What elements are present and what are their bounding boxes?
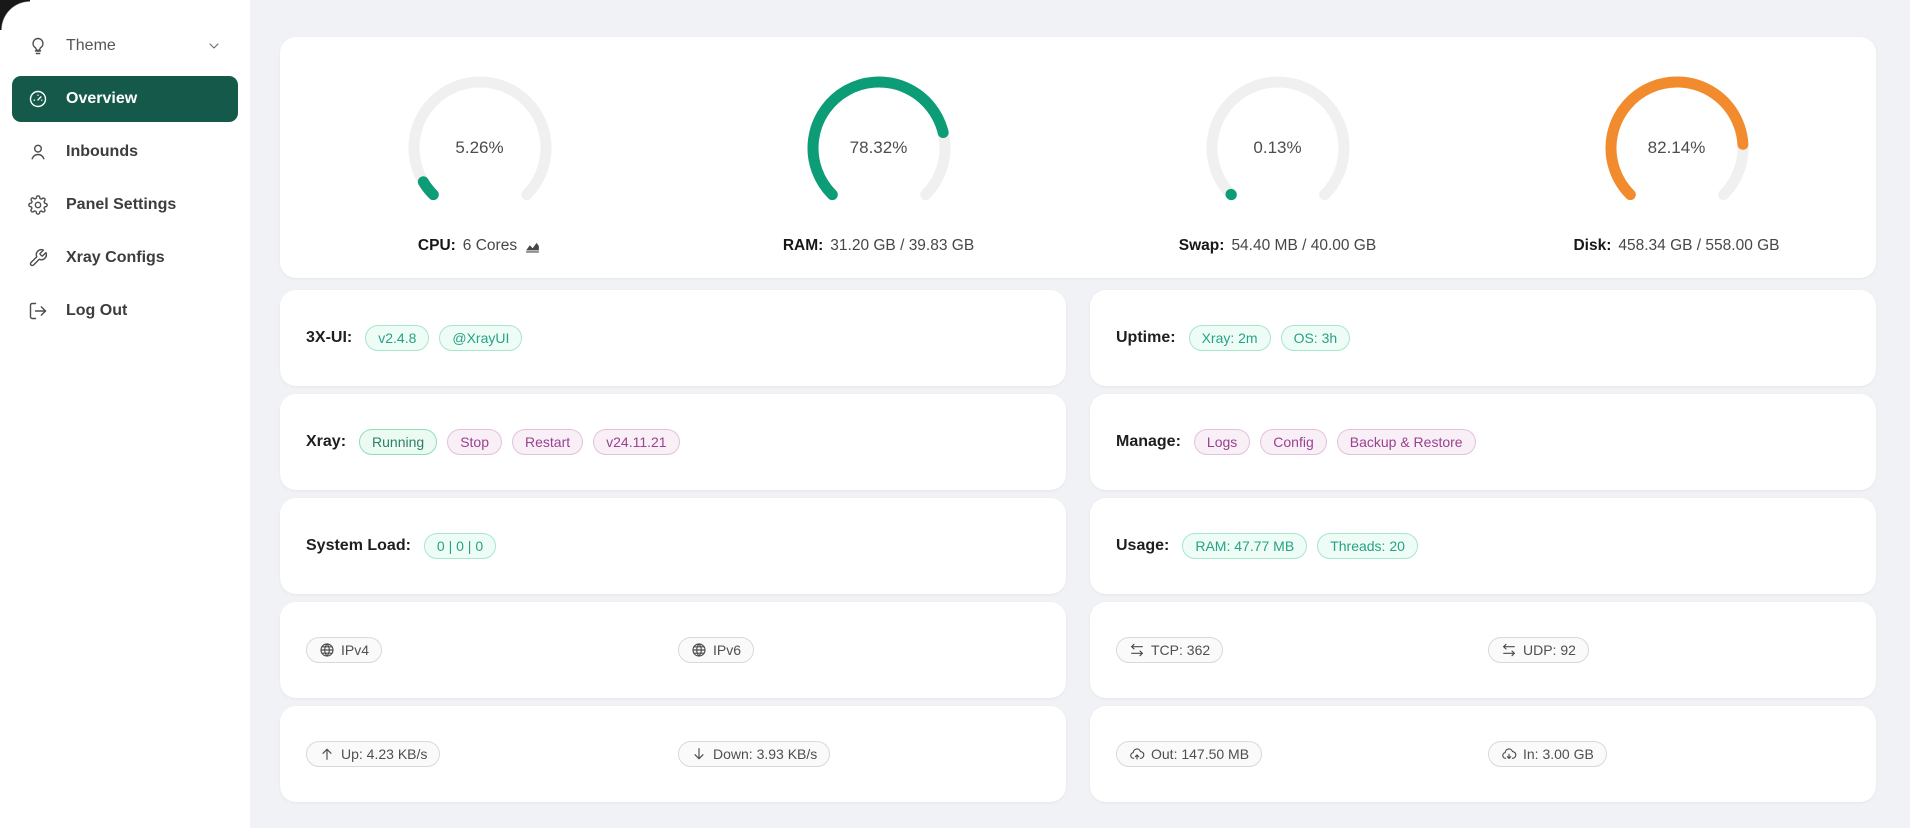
badge-system-load: 0 | 0 | 0 [424, 533, 496, 559]
sidebar-item-label: Log Out [66, 302, 127, 320]
restart-button[interactable]: Restart [512, 429, 583, 455]
usage-label: Usage: [1116, 537, 1169, 555]
disk-gauge: 82.14% Disk: 458.34 GB / 558.00 GB [1477, 73, 1876, 255]
arrow-down-icon [691, 746, 707, 762]
cpu-percent: 5.26% [405, 73, 555, 223]
badge-ipv4[interactable]: IPv4 [306, 637, 382, 663]
globe-icon [691, 642, 707, 658]
manage-card: Manage: Logs Config Backup & Restore [1090, 394, 1876, 490]
xui-version-card: 3X-UI: v2.4.8 @XrayUI [280, 290, 1066, 386]
xui-label: 3X-UI: [306, 329, 352, 347]
manage-label: Manage: [1116, 433, 1181, 451]
globe-icon [319, 642, 335, 658]
sidebar-item-label: Inbounds [66, 143, 138, 161]
ram-caption: RAM: 31.20 GB / 39.83 GB [783, 237, 974, 255]
badge-traffic-out: Out: 147.50 MB [1116, 741, 1262, 767]
stop-button[interactable]: Stop [447, 429, 502, 455]
badge-traffic-in: In: 3.00 GB [1488, 741, 1607, 767]
sidebar-item-overview[interactable]: Overview [12, 76, 238, 122]
ram-percent: 78.32% [804, 73, 954, 223]
sidebar-item-panel-settings[interactable]: Panel Settings [12, 182, 238, 228]
swap-arrows-icon [1501, 642, 1517, 658]
sidebar-item-label: Panel Settings [66, 196, 176, 214]
xray-label: Xray: [306, 433, 346, 451]
badge-uptime-os: OS: 3h [1281, 325, 1351, 351]
swap-percent: 0.13% [1203, 73, 1353, 223]
badge-xray-version[interactable]: v24.11.21 [593, 429, 679, 455]
disk-percent: 82.14% [1602, 73, 1752, 223]
cpu-caption: CPU: 6 Cores [418, 237, 541, 255]
sidebar-item-theme[interactable]: Theme [12, 23, 238, 69]
sidebar-item-label: Theme [66, 37, 116, 55]
wrench-icon [28, 248, 48, 268]
overview-page: 5.26% CPU: 6 Cores 78.32% RAM: 31.20 GB … [250, 0, 1910, 828]
logs-button[interactable]: Logs [1194, 429, 1250, 455]
backup-restore-button[interactable]: Backup & Restore [1337, 429, 1476, 455]
user-icon [28, 142, 48, 162]
badge-ram-usage: RAM: 47.77 MB [1182, 533, 1307, 559]
system-stats-card: 5.26% CPU: 6 Cores 78.32% RAM: 31.20 GB … [280, 37, 1876, 278]
arrow-up-icon [319, 746, 335, 762]
badge-xui-telegram[interactable]: @XrayUI [439, 325, 522, 351]
badge-xui-version[interactable]: v2.4.8 [365, 325, 429, 351]
sidebar-item-label: Xray Configs [66, 249, 165, 267]
disk-caption: Disk: 458.34 GB / 558.00 GB [1573, 237, 1779, 255]
gear-icon [28, 195, 48, 215]
uptime-card: Uptime: Xray: 2m OS: 3h [1090, 290, 1876, 386]
sidebar: Theme Overview Inbounds Panel Settings X… [0, 0, 250, 828]
badge-udp-count: UDP: 92 [1488, 637, 1589, 663]
swap-arrows-icon [1129, 642, 1145, 658]
cpu-gauge: 5.26% CPU: 6 Cores [280, 73, 679, 255]
traffic-card: Out: 147.50 MB In: 3.00 GB [1090, 706, 1876, 802]
ip-card: IPv4 IPv6 [280, 602, 1066, 698]
info-rows: 3X-UI: v2.4.8 @XrayUI Uptime: Xray: 2m O… [280, 290, 1876, 802]
badge-ipv6[interactable]: IPv6 [678, 637, 754, 663]
sidebar-item-label: Overview [66, 90, 137, 108]
dashboard-icon [28, 89, 48, 109]
swap-gauge: 0.13% Swap: 54.40 MB / 40.00 GB [1078, 73, 1477, 255]
uptime-label: Uptime: [1116, 329, 1176, 347]
usage-card: Usage: RAM: 47.77 MB Threads: 20 [1090, 498, 1876, 594]
chevron-down-icon[interactable] [206, 38, 222, 54]
cloud-up-icon [1129, 746, 1145, 762]
speed-card: Up: 4.23 KB/s Down: 3.93 KB/s [280, 706, 1066, 802]
sidebar-item-inbounds[interactable]: Inbounds [12, 129, 238, 175]
system-load-label: System Load: [306, 537, 411, 555]
sidebar-item-log-out[interactable]: Log Out [12, 288, 238, 334]
badge-threads: Threads: 20 [1317, 533, 1418, 559]
badge-upload-speed: Up: 4.23 KB/s [306, 741, 440, 767]
connections-card: TCP: 362 UDP: 92 [1090, 602, 1876, 698]
logout-icon [28, 301, 48, 321]
sidebar-item-xray-configs[interactable]: Xray Configs [12, 235, 238, 281]
xray-card: Xray: Running Stop Restart v24.11.21 [280, 394, 1066, 490]
ram-gauge: 78.32% RAM: 31.20 GB / 39.83 GB [679, 73, 1078, 255]
config-button[interactable]: Config [1260, 429, 1326, 455]
system-load-card: System Load: 0 | 0 | 0 [280, 498, 1066, 594]
area-chart-icon[interactable] [524, 238, 541, 255]
badge-xray-status: Running [359, 429, 437, 455]
bulb-icon [28, 36, 48, 56]
badge-tcp-count: TCP: 362 [1116, 637, 1223, 663]
cloud-down-icon [1501, 746, 1517, 762]
swap-caption: Swap: 54.40 MB / 40.00 GB [1179, 237, 1376, 255]
badge-uptime-xray: Xray: 2m [1189, 325, 1271, 351]
badge-download-speed: Down: 3.93 KB/s [678, 741, 830, 767]
